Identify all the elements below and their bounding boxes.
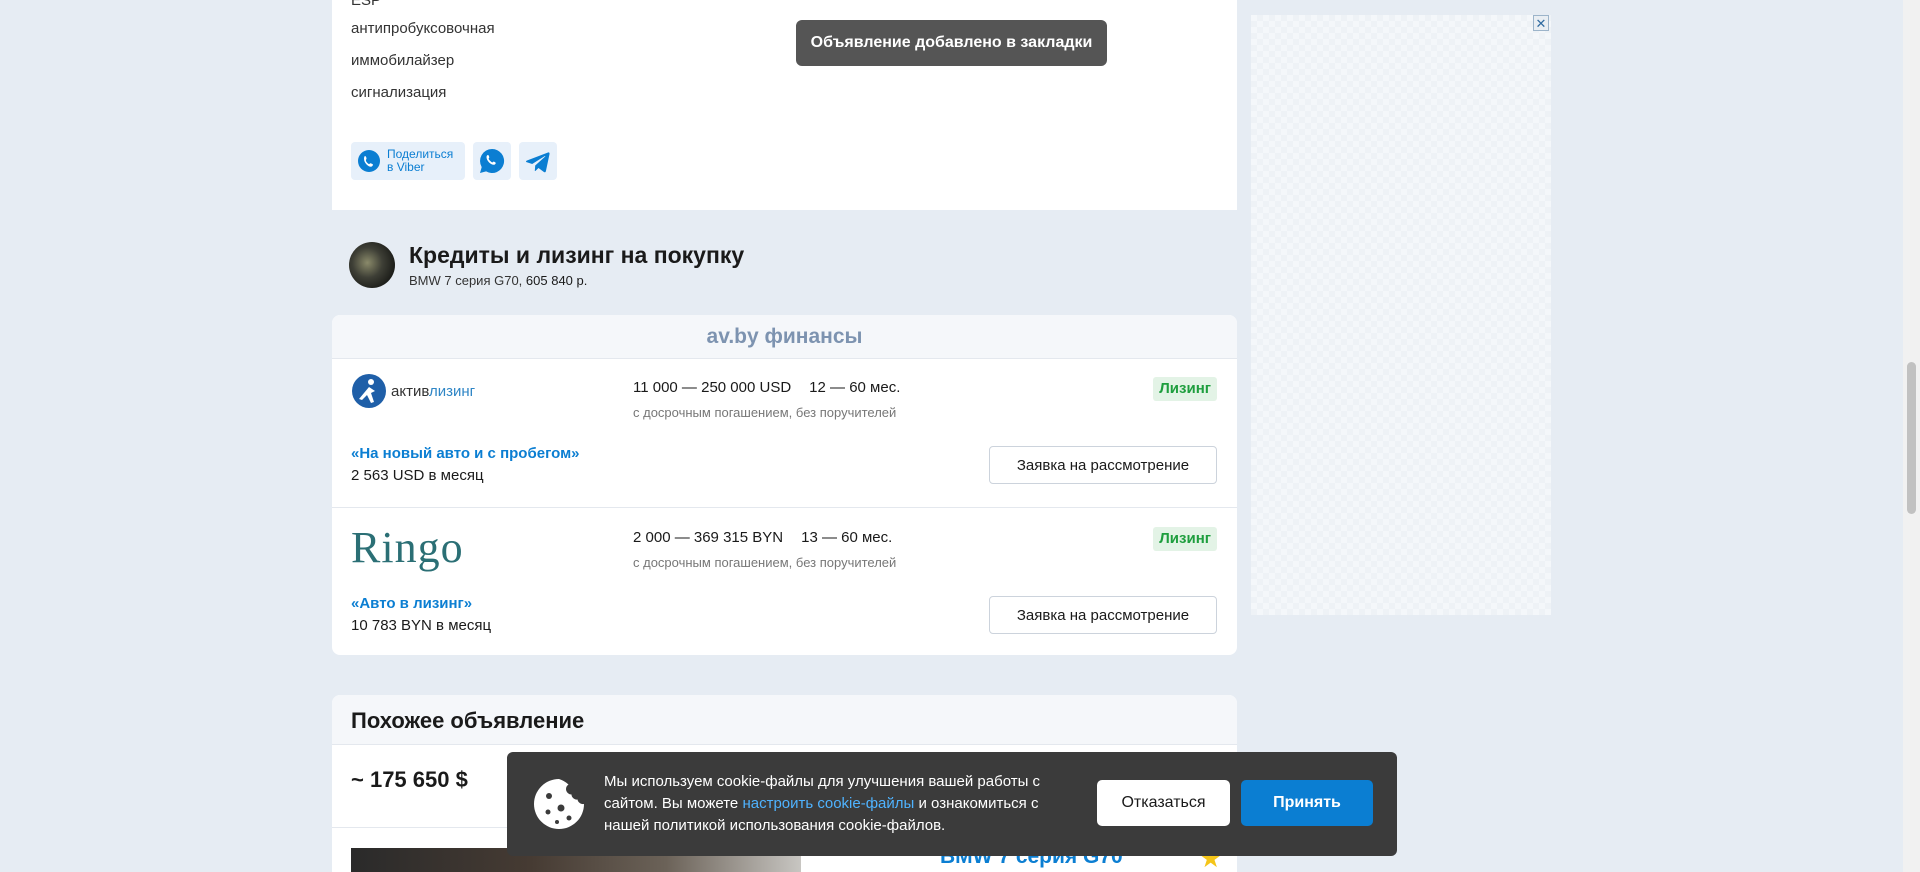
similar-title: Похожее объявление [351, 708, 585, 733]
share-viber-button[interactable]: Поделиться в Viber [351, 142, 465, 180]
bookmark-toast: Объявление добавлено в закладки [796, 20, 1107, 66]
offer-term: 12 — 60 мес. [809, 379, 901, 396]
offer-payment: 2 563 USD в месяц [351, 467, 484, 484]
offer-program-link[interactable]: «Авто в лизинг» [351, 595, 472, 612]
finance-offer: активлизинг 11 000 — 250 000 USD 12 — 60 … [332, 358, 1237, 506]
offer-term: 13 — 60 мес. [801, 529, 893, 546]
feature-item: иммобилайзер [351, 52, 455, 69]
apply-button[interactable]: Заявка на рассмотрение [989, 596, 1217, 634]
ringo-logo: Ringo [351, 523, 464, 572]
cookie-settings-link[interactable]: настроить cookie-файлы [742, 795, 914, 812]
whatsapp-icon [480, 148, 505, 173]
cookie-text: Мы используем cookie-файлы для улучшения… [604, 773, 1041, 834]
offer-program-link[interactable]: «На новый авто и с пробегом» [351, 445, 580, 462]
aktivlizing-logo: активлизинг [351, 373, 475, 409]
share-viber-label: Поделиться в Viber [387, 147, 454, 174]
telegram-icon [526, 152, 550, 173]
scrollbar[interactable] [1903, 0, 1920, 872]
credit-price: 605 840 р. [525, 273, 588, 288]
leasing-badge: Лизинг [1153, 527, 1217, 551]
aktivlizing-logo-part2: лизинг [428, 382, 476, 400]
share-telegram-button[interactable] [519, 142, 557, 180]
credit-subtitle: BMW 7 серия G70, 605 840 р. [409, 273, 587, 288]
viber-icon [358, 150, 380, 172]
offer-amount: 11 000 — 250 000 USD [633, 379, 792, 396]
feature-item: антипробуксовочная [351, 20, 495, 37]
finance-brand: av.by финансы [332, 315, 1237, 359]
leasing-badge: Лизинг [1153, 377, 1217, 401]
offer-range: 11 000 — 250 000 USD 12 — 60 мес. [633, 379, 900, 396]
apply-button[interactable]: Заявка на рассмотрение [989, 446, 1217, 484]
ad-close-icon[interactable]: ✕ [1533, 15, 1549, 31]
offer-conditions: с досрочным погашением, без поручителей [633, 405, 897, 420]
aktivlizing-logo-part1: актив [391, 382, 429, 400]
offer-payment: 10 783 BYN в месяц [351, 617, 492, 634]
offer-conditions: с досрочным погашением, без поручителей [633, 555, 897, 570]
credit-title: Кредиты и лизинг на покупку [409, 242, 745, 268]
cookie-banner: Мы используем cookie-файлы для улучшения… [507, 752, 1397, 856]
cookie-decline-button[interactable]: Отказаться [1097, 780, 1230, 826]
ad-banner[interactable]: ✕ [1251, 15, 1551, 615]
cookie-icon [534, 779, 584, 829]
scrollbar-thumb[interactable] [1907, 362, 1916, 514]
finance-card: av.by финансы активлизинг 11 000 — 250 0… [332, 315, 1237, 655]
offer-amount: 2 000 — 369 315 BYN [633, 529, 784, 546]
similar-price: ~ 175 650 $ [351, 767, 468, 792]
aktivlizing-logo-icon [352, 374, 386, 408]
finance-offer: Ringo 2 000 — 369 315 BYN 13 — 60 мес. с … [332, 507, 1237, 655]
feature-item: ESP [351, 0, 382, 9]
cookie-accept-button[interactable]: Принять [1241, 780, 1373, 826]
feature-item: сигнализация [351, 84, 447, 101]
share-row: Поделиться в Viber [351, 142, 557, 180]
car-thumbnail [349, 242, 395, 288]
share-whatsapp-button[interactable] [473, 142, 511, 180]
credit-car: BMW 7 серия G70, [409, 273, 526, 288]
offer-range: 2 000 — 369 315 BYN 13 — 60 мес. [633, 529, 892, 546]
